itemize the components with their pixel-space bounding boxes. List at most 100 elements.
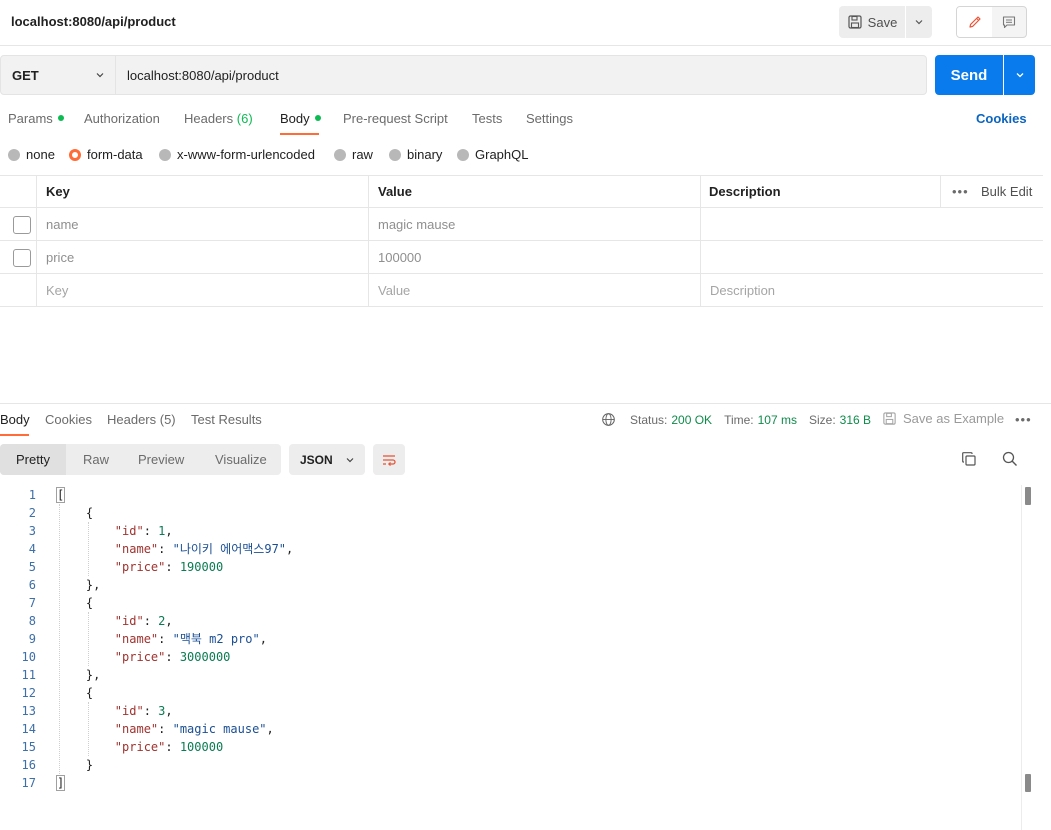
- radio-circle: [159, 148, 171, 161]
- row-key[interactable]: name: [46, 208, 79, 241]
- response-body-code[interactable]: 1[2 {3 "id": 1, 4 "name": "나이키 에어맥스97", 5 …: [0, 485, 1030, 795]
- bulk-edit-button[interactable]: Bulk Edit: [981, 175, 1032, 208]
- body-active-dot: [314, 115, 321, 121]
- view-pretty-button[interactable]: Pretty: [0, 444, 66, 475]
- response-status: Status: 200 OK Time: 107 ms Size: 316 B: [601, 412, 871, 427]
- copy-icon: [962, 452, 976, 466]
- code-token: {: [57, 506, 94, 520]
- table-new-row: Key Value Description: [0, 274, 1043, 307]
- search-button[interactable]: [1001, 450, 1021, 470]
- method-select[interactable]: GET: [1, 56, 116, 94]
- wrap-lines-button[interactable]: [373, 444, 405, 475]
- response-tab-cookies[interactable]: Cookies: [45, 412, 92, 427]
- radio-circle: [334, 148, 346, 161]
- tab-tests[interactable]: Tests: [472, 111, 502, 126]
- new-value-input[interactable]: Value: [378, 274, 410, 307]
- code-text: [: [55, 486, 66, 504]
- copy-button[interactable]: [960, 450, 980, 470]
- save-button[interactable]: Save: [839, 6, 905, 38]
- row-key[interactable]: price: [46, 241, 74, 274]
- url-input[interactable]: [116, 56, 926, 94]
- response-more-options-icon[interactable]: •••: [1015, 412, 1032, 427]
- save-as-example-button[interactable]: Save as Example: [882, 411, 1004, 426]
- radio-circle: [457, 148, 469, 161]
- radio-form-data[interactable]: form-data: [69, 147, 143, 162]
- radio-circle: [8, 148, 20, 161]
- code-line: 17]: [0, 774, 1020, 792]
- form-data-table: Key Value Description ••• Bulk Edit name…: [0, 175, 1043, 308]
- floppy-disk-icon: [848, 15, 862, 29]
- scrollbar-thumb-bottom[interactable]: [1025, 774, 1031, 792]
- radio-raw[interactable]: raw: [334, 147, 373, 162]
- code-token: [: [55, 487, 66, 503]
- code-text: },: [57, 576, 100, 594]
- row-description[interactable]: [709, 208, 939, 241]
- code-token: "name": [114, 632, 159, 646]
- code-line: 16 }: [0, 756, 1020, 774]
- code-text: "id": 1,: [57, 522, 173, 540]
- radio-circle-selected: [69, 148, 81, 161]
- radio-binary[interactable]: binary: [389, 147, 442, 162]
- indent-guide: [88, 702, 89, 756]
- response-tab-test-results[interactable]: Test Results: [191, 412, 262, 427]
- response-tab-headers[interactable]: Headers (5): [107, 412, 176, 427]
- radio-none[interactable]: none: [8, 147, 55, 162]
- tab-pre-request-script[interactable]: Pre-request Script: [343, 111, 448, 126]
- scrollbar-thumb-top[interactable]: [1025, 487, 1031, 505]
- code-token: },: [57, 668, 101, 682]
- request-title[interactable]: localhost:8080/api/product: [11, 14, 176, 29]
- code-line: 7 {: [0, 594, 1020, 612]
- view-raw-button[interactable]: Raw: [83, 444, 109, 475]
- format-select[interactable]: JSON: [289, 444, 365, 475]
- view-preview-button[interactable]: Preview: [138, 444, 184, 475]
- tab-settings[interactable]: Settings: [526, 111, 573, 126]
- row-value[interactable]: 100000: [378, 241, 421, 274]
- table-row: price 100000: [0, 241, 1043, 274]
- line-number: 11: [21, 668, 36, 682]
- scrollbar-track[interactable]: [1021, 485, 1022, 830]
- new-key-input[interactable]: Key: [46, 274, 68, 307]
- radio-urlencoded[interactable]: x-www-form-urlencoded: [159, 147, 315, 162]
- chevron-down-icon: [96, 73, 104, 78]
- more-options-icon[interactable]: •••: [952, 175, 969, 208]
- code-token: "name": [114, 722, 159, 736]
- tab-authorization[interactable]: Authorization: [84, 111, 160, 126]
- tab-body[interactable]: Body: [280, 111, 321, 126]
- size-value[interactable]: 316 B: [840, 413, 871, 427]
- chevron-down-icon: [346, 457, 354, 462]
- edit-mode-button[interactable]: [957, 7, 993, 37]
- send-button[interactable]: Send: [935, 55, 1003, 95]
- response-tab-body[interactable]: Body: [0, 412, 30, 427]
- globe-icon[interactable]: [601, 412, 616, 427]
- code-token: :: [143, 614, 159, 628]
- code-token: :: [143, 524, 159, 538]
- code-text: "price": 190000: [57, 558, 223, 576]
- code-text: "name": "magic mause",: [57, 720, 274, 738]
- code-token: :: [165, 650, 180, 664]
- chevron-down-icon: [915, 20, 923, 25]
- new-description-input[interactable]: Description: [710, 274, 775, 307]
- save-dropdown-button[interactable]: [906, 6, 932, 38]
- send-dropdown-button[interactable]: [1004, 55, 1035, 95]
- tab-params[interactable]: Params: [8, 111, 64, 126]
- cookies-link[interactable]: Cookies: [976, 111, 1027, 126]
- radio-graphql[interactable]: GraphQL: [457, 147, 528, 162]
- active-tab-underline: [280, 133, 319, 135]
- status-value[interactable]: 200 OK: [671, 413, 712, 427]
- view-visualize-button[interactable]: Visualize: [215, 444, 267, 475]
- row-value[interactable]: magic mause: [378, 208, 455, 241]
- tab-headers[interactable]: Headers (6): [184, 111, 253, 126]
- column-divider: [36, 175, 37, 208]
- code-line: 12 {: [0, 684, 1020, 702]
- time-value[interactable]: 107 ms: [758, 413, 797, 427]
- docs-mode-button[interactable]: [992, 7, 1026, 37]
- comment-icon: [1003, 16, 1016, 29]
- line-number: 9: [28, 632, 36, 646]
- method-label: GET: [12, 67, 39, 83]
- line-number: 14: [21, 722, 36, 736]
- row-description[interactable]: [709, 241, 939, 274]
- row-checkbox[interactable]: [13, 215, 31, 234]
- row-checkbox[interactable]: [13, 248, 31, 267]
